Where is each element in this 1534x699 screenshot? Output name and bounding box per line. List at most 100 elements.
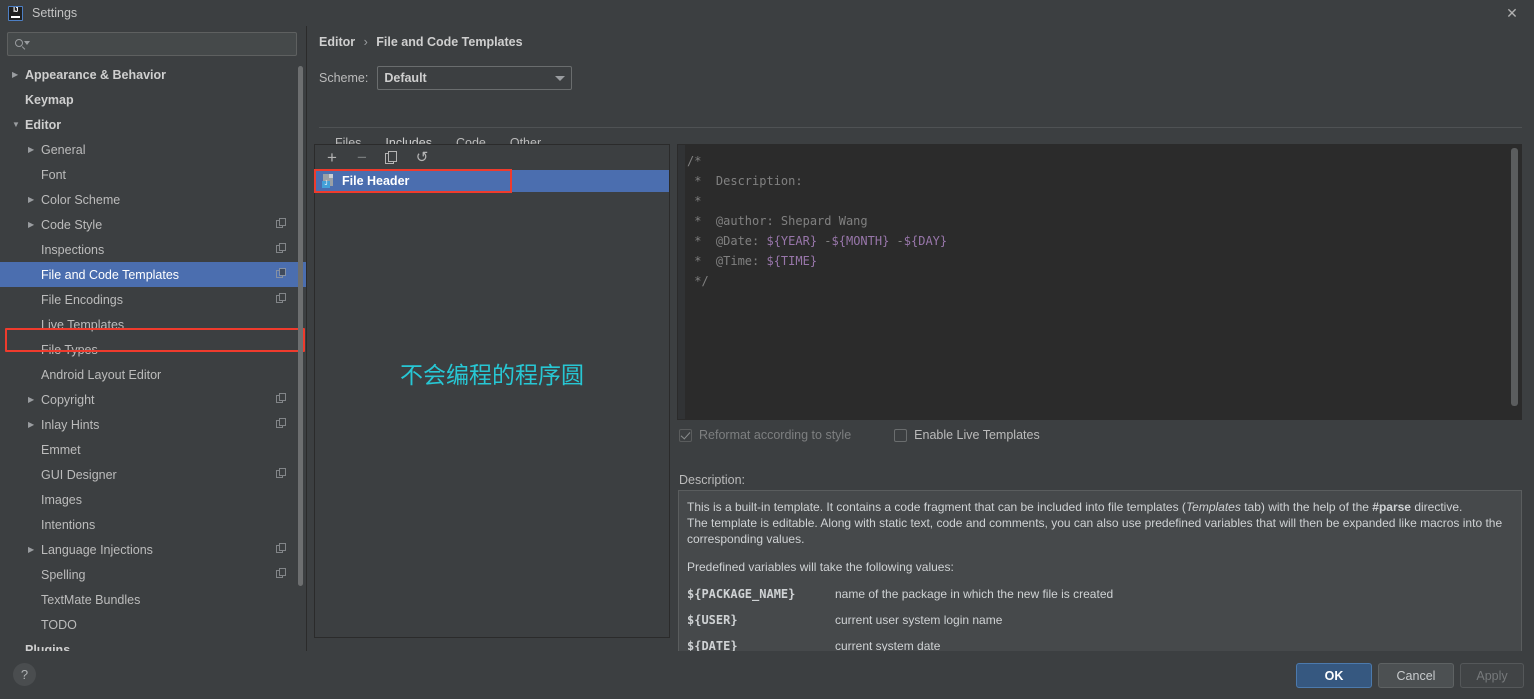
chevron-right-icon[interactable]: ▶ bbox=[28, 220, 41, 229]
sidebar-item-label: Inlay Hints bbox=[41, 417, 100, 432]
template-list-body: J File Header 不会编程的程序圆 bbox=[314, 169, 669, 636]
window-title: Settings bbox=[32, 6, 78, 20]
sidebar-item-label: Code Style bbox=[41, 217, 103, 232]
sidebar-item-spelling[interactable]: Spelling bbox=[0, 562, 306, 587]
watermark-text: 不会编程的程序圆 bbox=[400, 363, 584, 389]
chevron-right-icon[interactable]: ▶ bbox=[28, 420, 41, 429]
sidebar-item-label: Copyright bbox=[41, 392, 95, 407]
enable-live-templates-checkbox[interactable]: Enable Live Templates bbox=[894, 428, 1040, 442]
scheme-dropdown[interactable]: Default bbox=[377, 66, 573, 90]
tabs-divider bbox=[319, 127, 1522, 128]
sidebar-item-emmet[interactable]: Emmet bbox=[0, 437, 306, 462]
editor-code-content[interactable]: /* * Description: * * @author: Shepard W… bbox=[687, 151, 1503, 415]
search-box[interactable] bbox=[7, 32, 297, 56]
project-scope-copy-icon bbox=[276, 243, 287, 254]
template-code-editor[interactable]: /* * Description: * * @author: Shepard W… bbox=[677, 144, 1522, 420]
close-icon[interactable]: ✕ bbox=[1490, 0, 1534, 26]
project-scope-copy-icon bbox=[276, 268, 287, 279]
minus-icon[interactable]: − bbox=[353, 149, 371, 167]
chevron-right-icon[interactable]: ▶ bbox=[28, 395, 41, 404]
settings-tree: ▶ Appearance & Behavior Keymap ▼ Editor ▶ Gene… bbox=[0, 62, 306, 651]
description-paragraph-3: Predefined variables will take the follo… bbox=[687, 560, 954, 574]
sidebar-item-label: Plugins bbox=[25, 642, 71, 652]
chevron-down-icon[interactable]: ▼ bbox=[12, 120, 25, 129]
undo-icon[interactable]: ↺ bbox=[413, 149, 431, 167]
comment-token: * bbox=[687, 194, 702, 208]
desc-p1-bold: #parse bbox=[1372, 500, 1411, 514]
intellij-idea-logo: IJ bbox=[8, 5, 23, 21]
sidebar-item-label: Live Templates bbox=[41, 317, 125, 332]
title-bar: IJ Settings ✕ bbox=[0, 0, 1534, 26]
sidebar-item-images[interactable]: Images bbox=[0, 487, 306, 512]
sidebar-item-label: File and Code Templates bbox=[41, 267, 180, 282]
sidebar-item-file-and-code-templates[interactable]: File and Code Templates bbox=[0, 262, 306, 287]
template-list-toolbar: + − ↺ bbox=[315, 145, 669, 170]
variable-name-cell: ${PACKAGE_NAME} bbox=[687, 587, 796, 601]
sidebar-item-appearance-behavior[interactable]: ▶ Appearance & Behavior bbox=[0, 62, 306, 87]
project-scope-copy-icon bbox=[276, 568, 287, 579]
editor-line: * @Date: ${YEAR} -${MONTH} -${DAY} bbox=[687, 231, 1503, 251]
table-row: ${USER} current user system login name bbox=[687, 607, 1511, 633]
breadcrumb-current: File and Code Templates bbox=[376, 35, 523, 49]
editor-scrollbar-thumb[interactable] bbox=[1511, 148, 1518, 406]
chevron-right-icon[interactable]: ▶ bbox=[28, 195, 41, 204]
sidebar-item-code-style[interactable]: ▶ Code Style bbox=[0, 212, 306, 237]
sidebar-item-label: General bbox=[41, 142, 86, 157]
sidebar-item-label: Spelling bbox=[41, 567, 86, 582]
sidebar-item-language-injections[interactable]: ▶ Language Injections bbox=[0, 537, 306, 562]
ok-button[interactable]: OK bbox=[1296, 663, 1372, 688]
sidebar-item-label: GUI Designer bbox=[41, 467, 117, 482]
sidebar-item-label: Android Layout Editor bbox=[41, 367, 162, 382]
search-input[interactable] bbox=[28, 37, 296, 51]
plus-icon[interactable]: + bbox=[323, 149, 341, 167]
list-item-label: File Header bbox=[342, 174, 410, 188]
sidebar-item-live-templates[interactable]: Live Templates bbox=[0, 312, 306, 337]
sidebar-item-keymap[interactable]: Keymap bbox=[0, 87, 306, 112]
sidebar-item-intentions[interactable]: Intentions bbox=[0, 512, 306, 537]
chevron-right-icon[interactable]: ▶ bbox=[28, 145, 41, 154]
sidebar-item-todo[interactable]: TODO bbox=[0, 612, 306, 637]
sidebar-item-general[interactable]: ▶ General bbox=[0, 137, 306, 162]
sidebar-item-textmate-bundles[interactable]: TextMate Bundles bbox=[0, 587, 306, 612]
description-paragraph-1: This is a built-in template. It contains… bbox=[687, 499, 1511, 515]
editor-line: * bbox=[687, 191, 1503, 211]
chevron-right-icon[interactable]: ▶ bbox=[12, 70, 25, 79]
sidebar-item-font[interactable]: Font bbox=[0, 162, 306, 187]
project-scope-copy-icon bbox=[276, 543, 287, 554]
cancel-button[interactable]: Cancel bbox=[1378, 663, 1454, 688]
chevron-right-icon[interactable]: ▶ bbox=[28, 545, 41, 554]
sidebar-item-file-types[interactable]: File Types bbox=[0, 337, 306, 362]
reformat-according-to-style-checkbox[interactable]: Reformat according to style bbox=[679, 428, 851, 442]
editor-line: * @author: Shepard Wang bbox=[687, 211, 1503, 231]
sidebar-item-gui-designer[interactable]: GUI Designer bbox=[0, 462, 306, 487]
sidebar-scrollbar[interactable] bbox=[298, 66, 303, 586]
comment-token: */ bbox=[687, 274, 709, 288]
help-icon[interactable]: ? bbox=[13, 663, 36, 686]
sidebar-item-copyright[interactable]: ▶ Copyright bbox=[0, 387, 306, 412]
sidebar-item-label: File Encodings bbox=[41, 292, 123, 307]
sidebar-item-inspections[interactable]: Inspections bbox=[0, 237, 306, 262]
sidebar-item-plugins[interactable]: Plugins bbox=[0, 637, 306, 652]
settings-content: Editor › File and Code Templates Scheme:… bbox=[307, 26, 1534, 667]
settings-dialog: IJ Settings ✕ ▶ Appearance & Behavior Keym… bbox=[0, 0, 1534, 699]
sidebar-item-label: File Types bbox=[41, 342, 98, 357]
sidebar-item-label: Font bbox=[41, 167, 67, 182]
checkbox-empty-icon bbox=[894, 428, 908, 442]
comment-token: - bbox=[889, 234, 904, 248]
list-item[interactable]: J File Header bbox=[315, 170, 669, 192]
sidebar-item-inlay-hints[interactable]: ▶ Inlay Hints bbox=[0, 412, 306, 437]
table-row: ${PACKAGE_NAME} name of the package in wh… bbox=[687, 581, 1511, 607]
variable-meaning-cell: name of the package in which the new fil… bbox=[835, 587, 1114, 601]
sidebar-item-color-scheme[interactable]: ▶ Color Scheme bbox=[0, 187, 306, 212]
breadcrumb-root[interactable]: Editor bbox=[319, 35, 355, 49]
project-scope-copy-icon bbox=[276, 293, 287, 304]
sidebar-item-android-layout-editor[interactable]: Android Layout Editor bbox=[0, 362, 306, 387]
editor-line: /* bbox=[687, 151, 1503, 171]
sidebar-item-file-encodings[interactable]: File Encodings bbox=[0, 287, 306, 312]
sidebar-item-label: Images bbox=[41, 492, 82, 507]
comment-token: - bbox=[817, 234, 832, 248]
sidebar-item-label: Appearance & Behavior bbox=[25, 67, 167, 82]
sidebar-item-label: TextMate Bundles bbox=[41, 592, 141, 607]
copy-icon[interactable] bbox=[383, 149, 401, 167]
sidebar-item-editor[interactable]: ▼ Editor bbox=[0, 112, 306, 137]
